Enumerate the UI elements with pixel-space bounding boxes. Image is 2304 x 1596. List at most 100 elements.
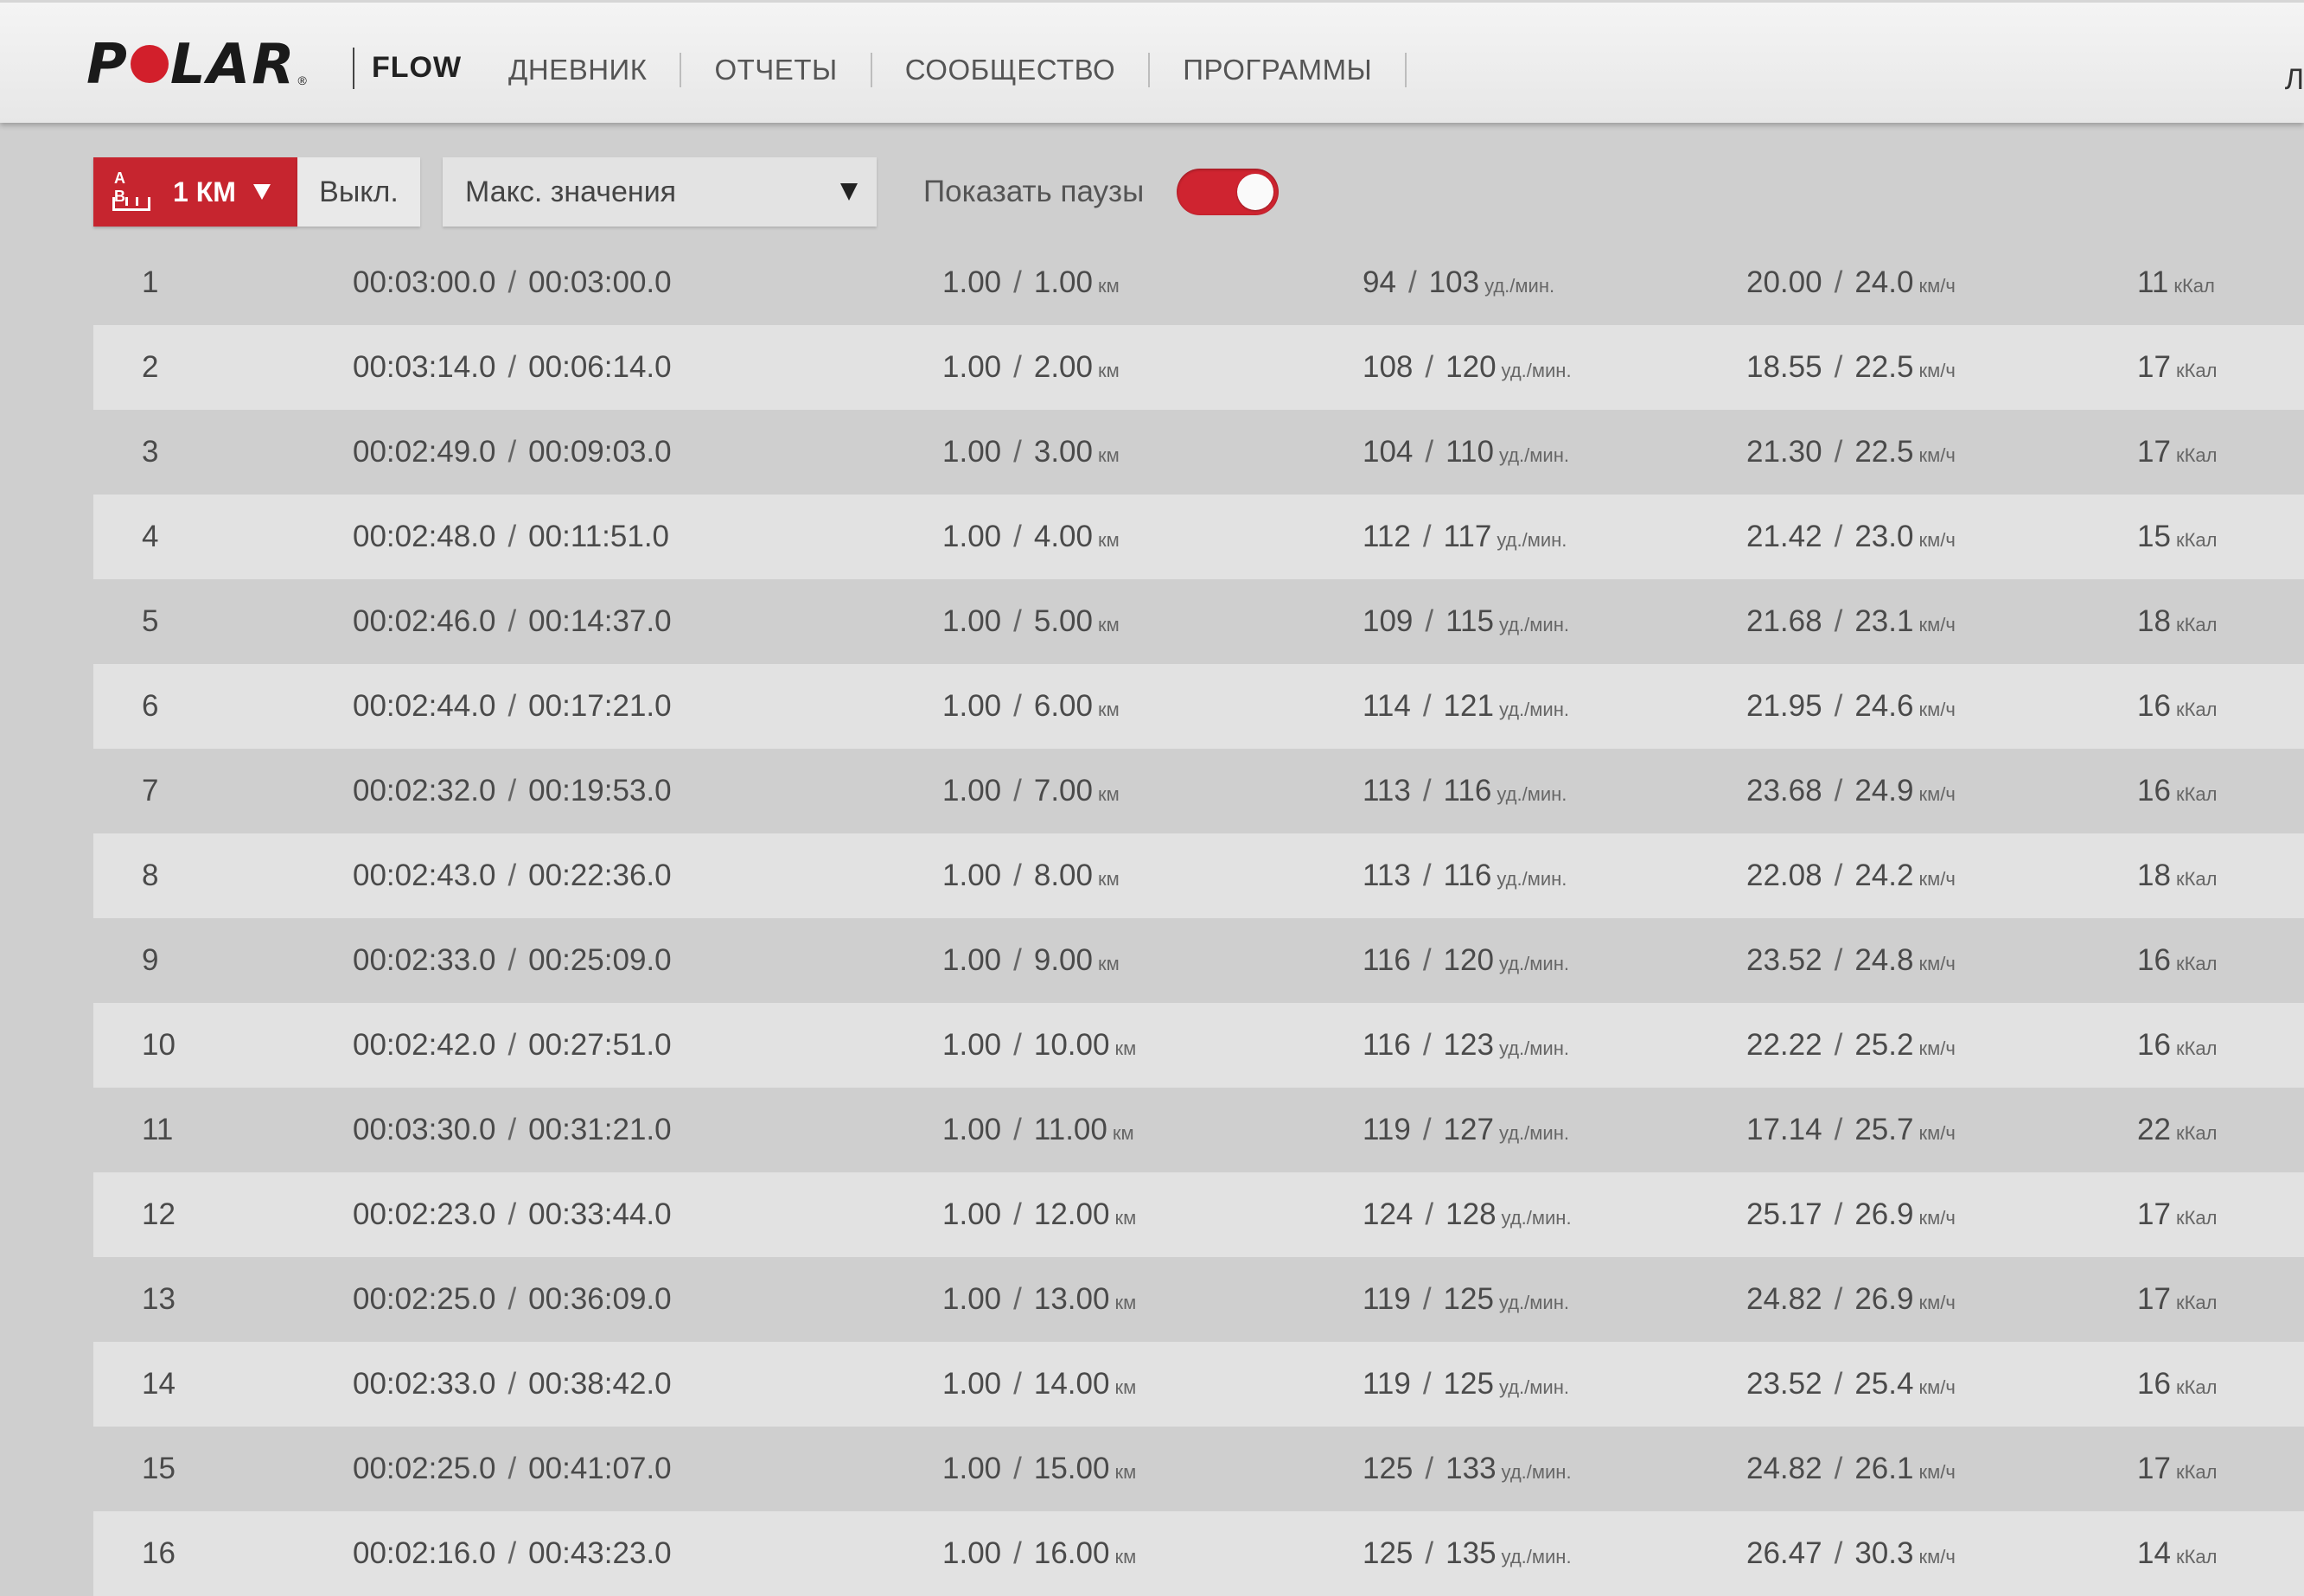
table-row[interactable]: 7 00:02:32.0 / 00:19:53.0 1.00 / 7.00 км 113 / 116… <box>93 749 2304 833</box>
lap-time: 00:02:46.0 / 00:14:37.0 <box>353 604 672 639</box>
table-row[interactable]: 8 00:02:43.0 / 00:22:36.0 1.00 / 8.00 км 113 / 116… <box>93 833 2304 918</box>
distance-unit: км <box>1114 1207 1137 1229</box>
separator: / <box>1834 689 1843 723</box>
nav-item-community[interactable]: СООБЩЕСТВО <box>905 54 1149 86</box>
lap-heart-rate: 114 / 121 уд./мин. <box>1363 689 1569 724</box>
separator: / <box>1013 943 1022 977</box>
table-row[interactable]: 13 00:02:25.0/00:36:09.0 1.00/13.00 км 119/1… <box>93 1257 2304 1342</box>
lap-distance-value: 1.00 <box>942 1282 1002 1316</box>
lap-duration: 00:02:25.0 <box>353 1452 496 1485</box>
calories-value: 17 <box>2137 350 2171 384</box>
nav-separator <box>680 53 682 87</box>
heart-rate-unit: уд./мин. <box>1498 1376 1569 1398</box>
cut-off-nav-text: Л <box>2284 63 2304 96</box>
table-row[interactable]: 1 00:03:00.0/00:03:00.0 1.00/1.00 км 94/103 у… <box>93 240 2304 325</box>
heart-rate-unit: уд./мин. <box>1497 529 1567 551</box>
separator: / <box>1834 350 1843 384</box>
heart-rate-unit: уд./мин. <box>1497 868 1567 890</box>
lap-calories: 17 кКал <box>2137 1282 2217 1317</box>
speed-unit: км/ч <box>1918 1546 1956 1567</box>
heart-rate-max: 135 <box>1446 1536 1497 1570</box>
lap-distance: 1.00 / 6.00 км <box>942 689 1120 724</box>
lap-time: 00:02:33.0 / 00:25:09.0 <box>353 943 672 978</box>
speed-max: 23.0 <box>1854 520 1914 553</box>
distance-unit: км <box>1097 444 1120 466</box>
table-row[interactable]: 4 00:02:48.0 / 00:11:51.0 1.00 / 4.00 км 112 / 117… <box>93 495 2304 579</box>
lap-distance: 1.00 / 13.00 км <box>942 1282 1136 1317</box>
separator: / <box>1013 1197 1022 1231</box>
heart-rate-max: 110 <box>1446 435 1494 469</box>
distance-unit: км <box>1097 529 1120 551</box>
table-row[interactable]: 9 00:02:33.0 / 00:25:09.0 1.00 / 9.00 км 116 / 120… <box>93 918 2304 1003</box>
cumulative-distance: 2.00 <box>1033 350 1093 384</box>
speed-max: 25.4 <box>1854 1367 1914 1401</box>
calories-value: 17 <box>2137 435 2171 469</box>
speed-unit: км/ч <box>1918 275 1956 297</box>
lap-duration: 00:02:23.0 <box>353 1197 496 1231</box>
metric-mode-dropdown[interactable]: Макс. значения <box>443 157 877 227</box>
lap-calories: 11 кКал <box>2137 265 2215 300</box>
separator: / <box>1834 774 1843 808</box>
lap-heart-rate: 94 / 103 уд./мин. <box>1363 265 1554 300</box>
lap-length-dropdown[interactable]: A B 1 КМ <box>93 157 297 227</box>
table-row[interactable]: 6 00:02:44.0 / 00:17:21.0 1.00 / 6.00 км 114 / 121… <box>93 664 2304 749</box>
lap-number: 14 <box>142 1367 176 1401</box>
nav-item-reports[interactable]: ОТЧЕТЫ <box>714 54 870 86</box>
nav-item-programs[interactable]: ПРОГРАММЫ <box>1183 54 1405 86</box>
speed-unit: км/ч <box>1918 614 1956 635</box>
toggle-knob <box>1237 174 1274 210</box>
heart-rate-avg: 108 <box>1363 350 1414 384</box>
lap-speed: 18.55 / 22.5 км/ч <box>1746 350 1956 385</box>
separator: / <box>1013 1282 1022 1316</box>
lap-duration: 00:02:44.0 <box>353 689 496 723</box>
distance-unit: км <box>1097 953 1120 974</box>
table-row[interactable]: 11 00:03:30.0/00:31:21.0 1.00/11.00 км 119/1… <box>93 1088 2304 1172</box>
lap-speed: 24.82 / 26.1 км/ч <box>1746 1452 1956 1486</box>
lap-distance-value: 1.00 <box>942 774 1002 808</box>
lap-number: 8 <box>142 859 159 892</box>
separator: / <box>1013 689 1022 723</box>
separator: / <box>1834 1367 1843 1401</box>
show-pauses-toggle[interactable] <box>1177 169 1280 215</box>
table-row[interactable]: 2 00:03:14.0 / 00:06:14.0 1.00 / 2.00 км 108 / 120… <box>93 325 2304 410</box>
lap-calories: 16 кКал <box>2137 774 2217 808</box>
table-row[interactable]: 10 00:02:42.0/00:27:51.0 1.00/10.00 км 116/1… <box>93 1003 2304 1088</box>
heart-rate-max: 128 <box>1446 1197 1497 1231</box>
lap-number: 9 <box>142 943 159 977</box>
polar-logo[interactable]: P LAR ® <box>86 35 307 94</box>
distance-unit: км <box>1097 614 1120 635</box>
table-row[interactable]: 14 00:02:33.0/00:38:42.0 1.00/14.00 км 119/1… <box>93 1342 2304 1427</box>
table-row[interactable]: 16 00:02:16.0/00:43:23.0 1.00/16.00 км 125/1… <box>93 1511 2304 1596</box>
nav-item-diary[interactable]: ДНЕВНИК <box>508 54 680 86</box>
separator: / <box>1834 943 1843 977</box>
cumulative-time: 00:36:09.0 <box>528 1282 672 1316</box>
lap-distance-value: 1.00 <box>942 435 1002 469</box>
lap-time: 00:02:33.0 / 00:38:42.0 <box>353 1367 672 1401</box>
cumulative-distance: 12.00 <box>1033 1197 1110 1231</box>
separator: / <box>1013 350 1022 384</box>
heart-rate-avg: 116 <box>1363 943 1411 977</box>
cumulative-distance: 16.00 <box>1033 1536 1110 1570</box>
lap-time: 00:02:25.0 / 00:41:07.0 <box>353 1452 672 1486</box>
lap-time: 00:02:43.0 / 00:22:36.0 <box>353 859 672 893</box>
table-row[interactable]: 3 00:02:49.0 / 00:09:03.0 1.00 / 3.00 км 104 / 110… <box>93 410 2304 495</box>
separator: / <box>507 1028 517 1062</box>
table-row[interactable]: 5 00:02:46.0 / 00:14:37.0 1.00 / 5.00 км 109 / 115… <box>93 579 2304 664</box>
cumulative-distance: 15.00 <box>1033 1452 1110 1485</box>
lap-distance-value: 1.00 <box>942 265 1002 299</box>
calories-value: 17 <box>2137 1197 2171 1231</box>
table-row[interactable]: 12 00:02:23.0/00:33:44.0 1.00/12.00 км 124/1… <box>93 1172 2304 1257</box>
distance-unit: км <box>1114 1292 1137 1313</box>
separator: / <box>1834 520 1843 553</box>
laps-off-button[interactable]: Выкл. <box>297 157 420 227</box>
cumulative-time: 00:41:07.0 <box>528 1452 672 1485</box>
table-row[interactable]: 15 00:02:25.0/00:41:07.0 1.00/15.00 км 125/1… <box>93 1427 2304 1511</box>
lap-heart-rate: 116 / 123 уд./мин. <box>1363 1028 1569 1063</box>
speed-unit: км/ч <box>1918 868 1956 890</box>
lap-calories: 17 кКал <box>2137 350 2217 385</box>
separator: / <box>1013 1367 1022 1401</box>
calories-value: 16 <box>2137 689 2171 723</box>
separator: / <box>1013 859 1022 892</box>
cumulative-time: 00:33:44.0 <box>528 1197 672 1231</box>
calories-unit: кКал <box>2175 1207 2218 1229</box>
